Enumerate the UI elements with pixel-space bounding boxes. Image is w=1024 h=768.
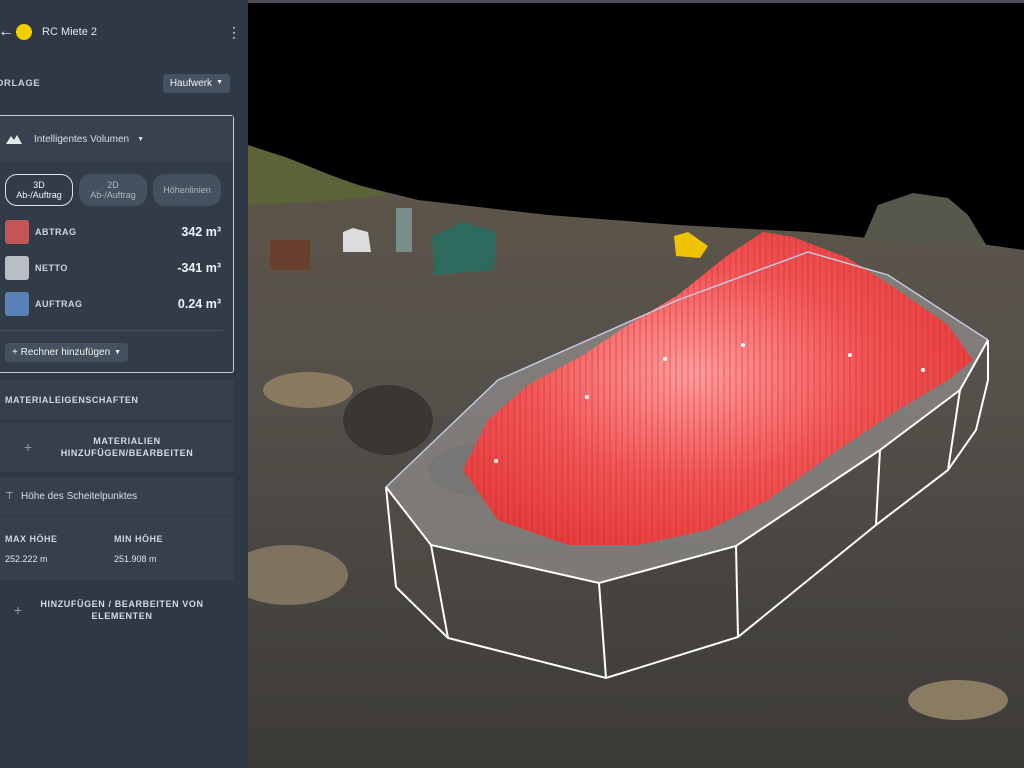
object-debris [270,240,310,270]
add-elements-label: HINZUFÜGEN / BEARBEITEN VON ELEMENTEN [40,598,204,621]
template-row: ORLAGE Haufwerk ▼ [0,64,248,102]
top-border [248,0,1024,3]
add-elements-button[interactable]: + HINZUFÜGEN / BEARBEITEN VON ELEMENTEN [0,590,234,630]
metric-label: ABTRAG [35,227,77,237]
material-properties-header: MATERIALEIGENSCHAFTEN [0,380,234,420]
min-height-value: 251.908 m [114,554,157,564]
volume-mode-tabs: 3D Ab-/Auftrag 2D Ab-/Auftrag Höhenlinien [0,162,233,206]
material-properties-title: MATERIALEIGENSCHAFTEN [5,395,139,405]
add-calculator-label: + Rechner hinzufügen [12,347,111,358]
template-dropdown-value: Haufwerk [169,77,213,89]
metric-row-cut: ABTRAG 342 m³ [0,214,233,250]
metric-label: NETTO [35,263,68,273]
back-arrow-icon[interactable]: ← [0,24,14,40]
max-height-label: MAX HÖHE [5,534,58,544]
max-height-col: MAX HÖHE 252.222 m [5,534,58,564]
net-color-swatch[interactable] [5,256,29,280]
tab-line-1: 2D [107,179,119,190]
vertex-point[interactable] [663,357,667,361]
status-dot-icon [16,24,32,40]
tab-label: 2D Ab-/Auftrag [90,180,136,201]
add-materials-label: MATERIALIEN HINZUFÜGEN/BEARBEITEN [60,435,194,458]
vertex-point[interactable] [848,353,852,357]
template-dropdown[interactable]: Haufwerk ▼ [162,73,230,93]
chevron-down-icon: ▼ [137,135,145,143]
vertex-height-header[interactable]: ⊤ Höhe des Scheitelpunktes [0,477,234,515]
point-cloud-scene [248,0,1024,768]
tab-line-1: 3D [33,179,45,190]
metric-value: 342 m³ [181,225,221,239]
metric-value: 0.24 m³ [177,297,221,311]
min-height-label: MIN HÖHE [114,534,163,544]
metric-row-fill: AUFTRAG 0.24 m³ [0,286,233,322]
mountain-icon [6,135,22,144]
3d-viewport[interactable] [248,0,1024,768]
metric-value: -341 m³ [177,261,221,275]
metric-row-net: NETTO -341 m³ [0,250,233,286]
cut-color-swatch[interactable] [5,220,29,244]
plus-icon: + [13,602,23,618]
metric-label: AUFTRAG [35,299,83,309]
vertex-point[interactable] [741,343,745,347]
object-post [396,208,412,252]
tab-label: Höhenlinien [163,184,211,195]
tab-line-2: Ab-/Auftrag [90,190,136,200]
smart-volume-card: Intelligentes Volumen ▼ 3D Ab-/Auftrag 2D… [0,115,234,373]
puddle [908,680,1008,720]
volume-metrics: ABTRAG 342 m³ NETTO -341 m³ AUFTRAG 0.24… [0,214,233,322]
smart-volume-header[interactable]: Intelligentes Volumen ▼ [0,116,233,162]
chevron-down-icon: ▼ [114,348,122,356]
vertex-point[interactable] [494,459,498,463]
template-label: ORLAGE [0,77,41,89]
tab-2d-cut-fill[interactable]: 2D Ab-/Auftrag [79,174,147,206]
vertex-height-title: Höhe des Scheitelpunktes [21,490,138,502]
add-calculator-button[interactable]: + Rechner hinzufügen ▼ [5,343,129,362]
top-bar: ← RC Miete 2 ⋮ [0,0,248,64]
divider [0,330,223,331]
max-height-value: 252.222 m [5,554,48,564]
tab-3d-cut-fill[interactable]: 3D Ab-/Auftrag [5,174,73,206]
plus-icon: + [23,439,33,455]
vertex-point[interactable] [585,395,589,399]
vertex-point[interactable] [921,368,925,372]
fill-color-swatch[interactable] [5,292,29,316]
min-height-col: MIN HÖHE 251.908 m [114,534,163,564]
dark-patch [343,385,433,455]
smart-volume-title: Intelligentes Volumen [34,133,130,145]
puddle [263,372,353,408]
more-options-icon[interactable]: ⋮ [226,24,242,41]
chevron-down-icon: ▼ [216,79,223,87]
tab-label: 3D Ab-/Auftrag [16,180,62,201]
add-materials-button[interactable]: + MATERIALIEN HINZUFÜGEN/BEARBEITEN [0,422,234,472]
vertex-height-values: MAX HÖHE 252.222 m MIN HÖHE 251.908 m [0,516,234,580]
height-measure-icon: ⊤ [5,490,14,502]
sidebar: ← RC Miete 2 ⋮ ORLAGE Haufwerk ▼ Intellig… [0,0,248,768]
project-title: RC Miete 2 [42,26,98,38]
tab-contour-lines[interactable]: Höhenlinien [153,174,221,206]
tab-line-2: Ab-/Auftrag [16,190,62,200]
